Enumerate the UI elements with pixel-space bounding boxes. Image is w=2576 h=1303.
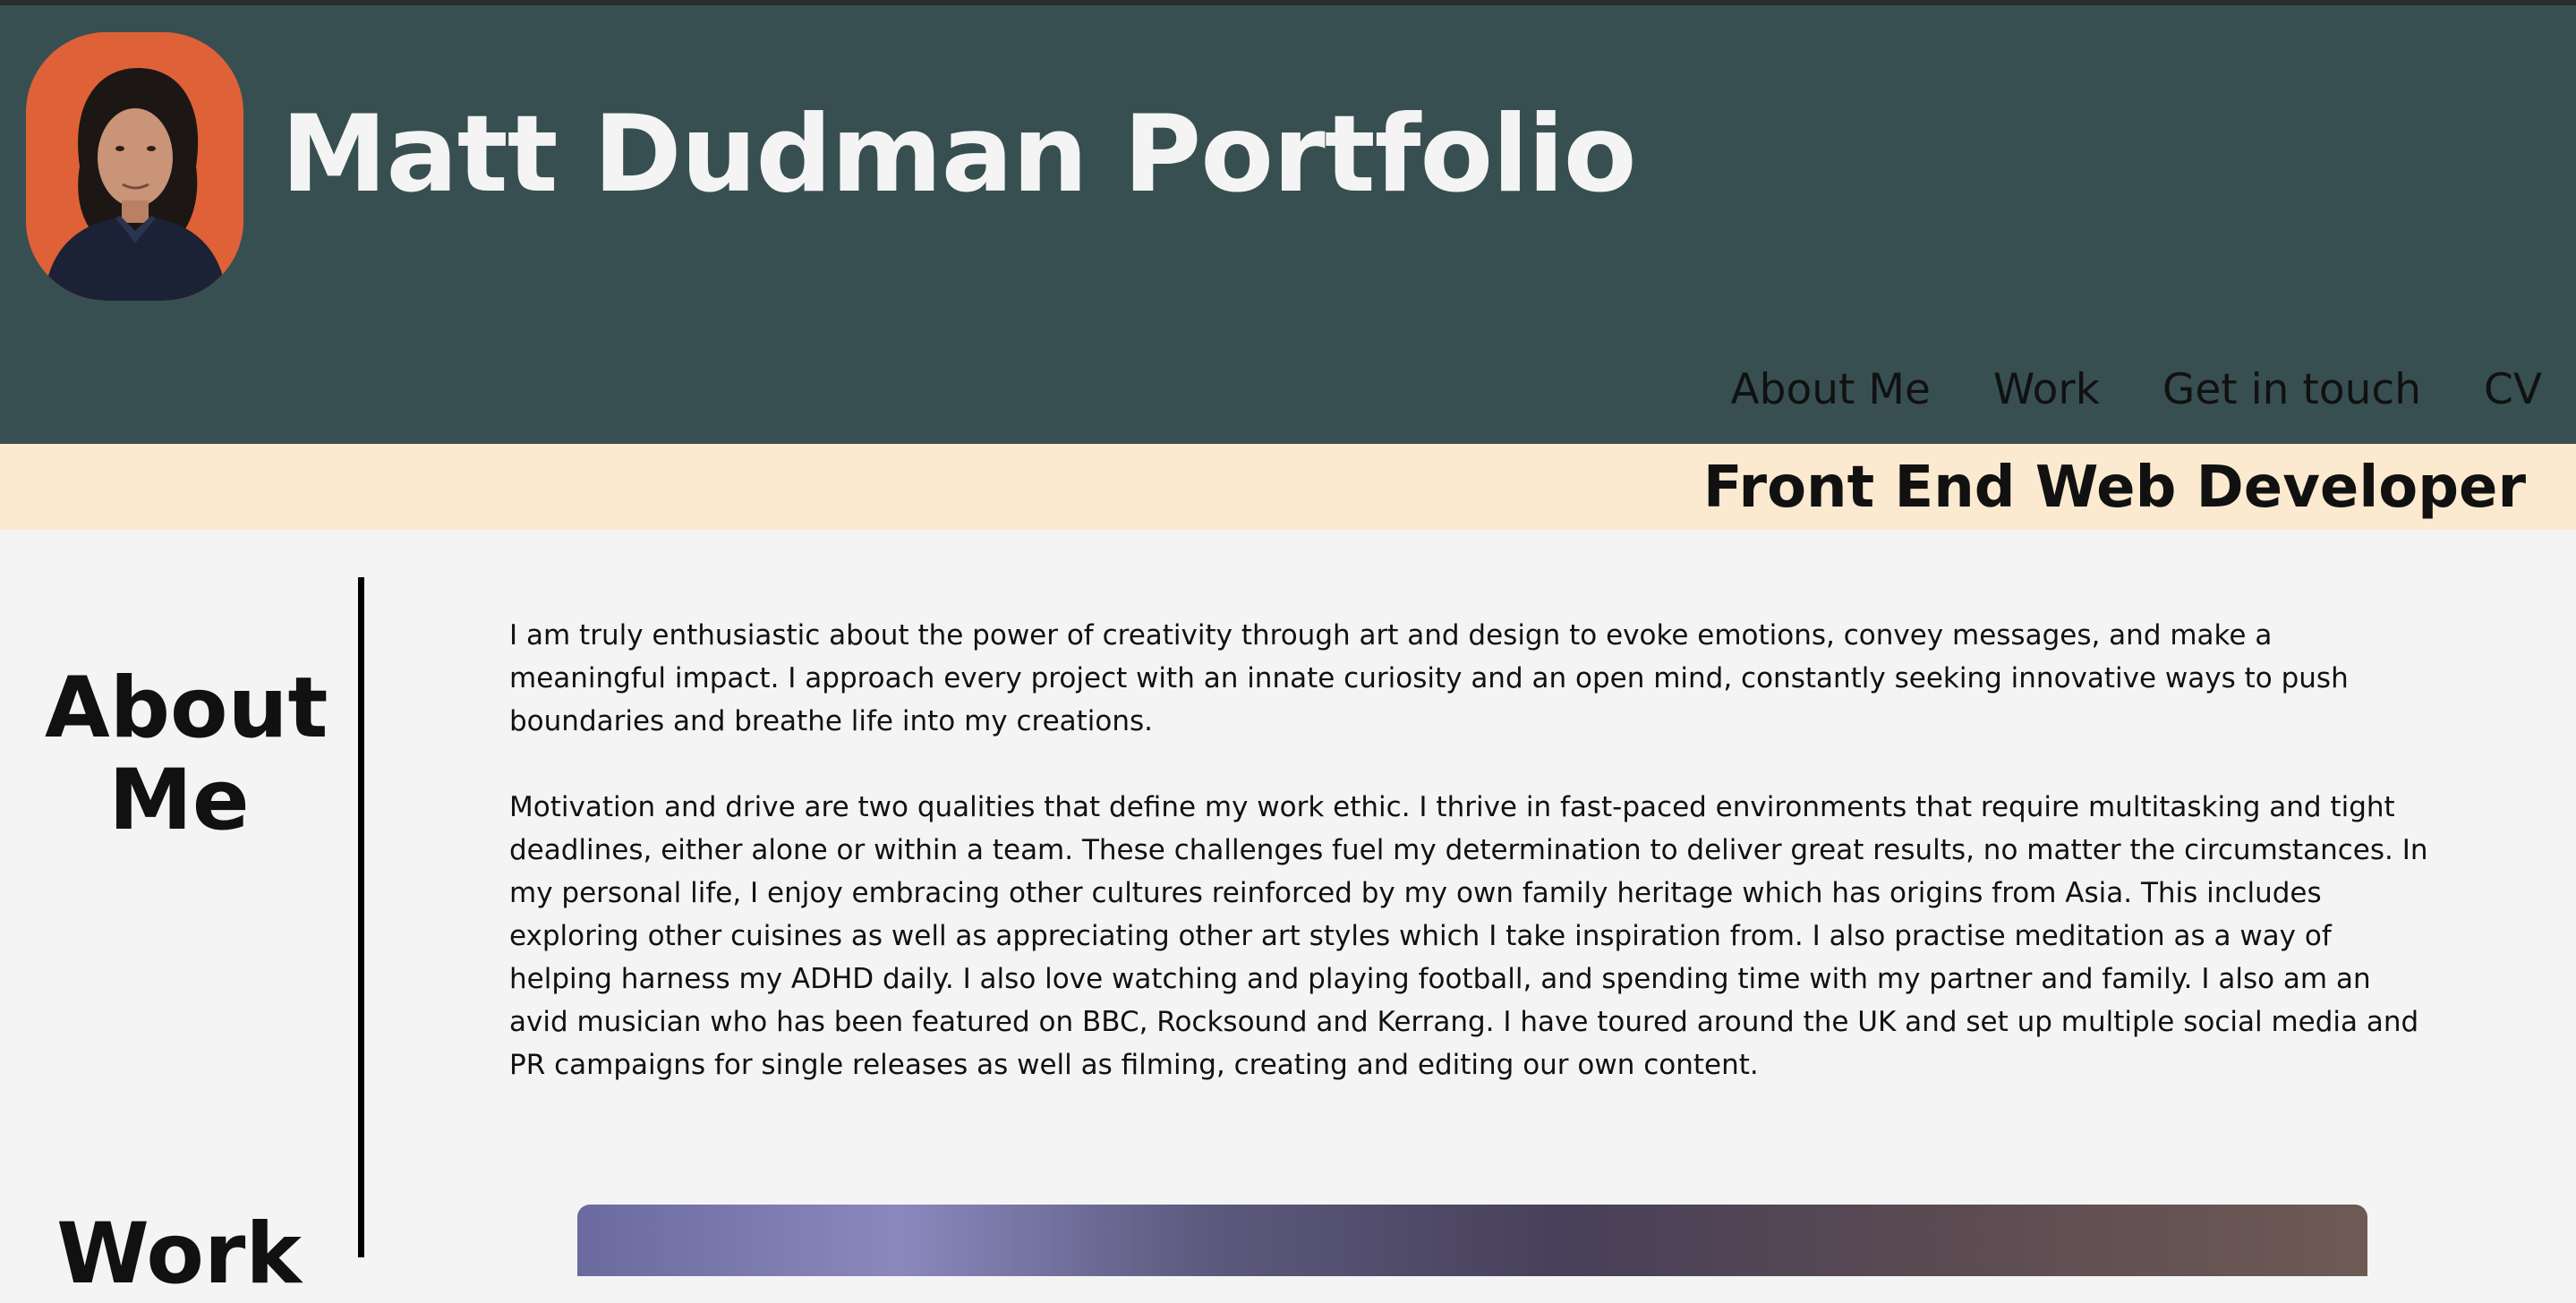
nav-link-get-in-touch[interactable]: Get in touch — [2162, 369, 2421, 411]
about-paragraph: I am truly enthusiastic about the power … — [509, 619, 2349, 737]
nav-link-about-me[interactable]: About Me — [1731, 369, 1931, 411]
profile-photo — [26, 32, 243, 301]
portrait-image — [26, 32, 243, 301]
site-header: Matt Dudman Portfolio About Me Work Get … — [0, 5, 2576, 444]
role-title: Front End Web Developer — [1702, 455, 2526, 521]
about-me-heading: About Me — [0, 662, 358, 847]
nav-link-work[interactable]: Work — [1993, 369, 2100, 411]
nav-link-cv[interactable]: CV — [2484, 369, 2542, 411]
main-nav: About Me Work Get in touch CV — [1668, 369, 2542, 411]
section-divider — [358, 577, 364, 1257]
work-project-image[interactable] — [577, 1205, 2367, 1276]
role-banner: Front End Web Developer — [0, 444, 2576, 530]
about-me-section: I am truly enthusiastic about the power … — [509, 614, 2434, 1129]
about-me-heading-text: About Me — [45, 660, 328, 850]
about-paragraph: Motivation and drive are two qualities t… — [509, 791, 2428, 1081]
site-title: Matt Dudman Portfolio — [281, 93, 1636, 217]
